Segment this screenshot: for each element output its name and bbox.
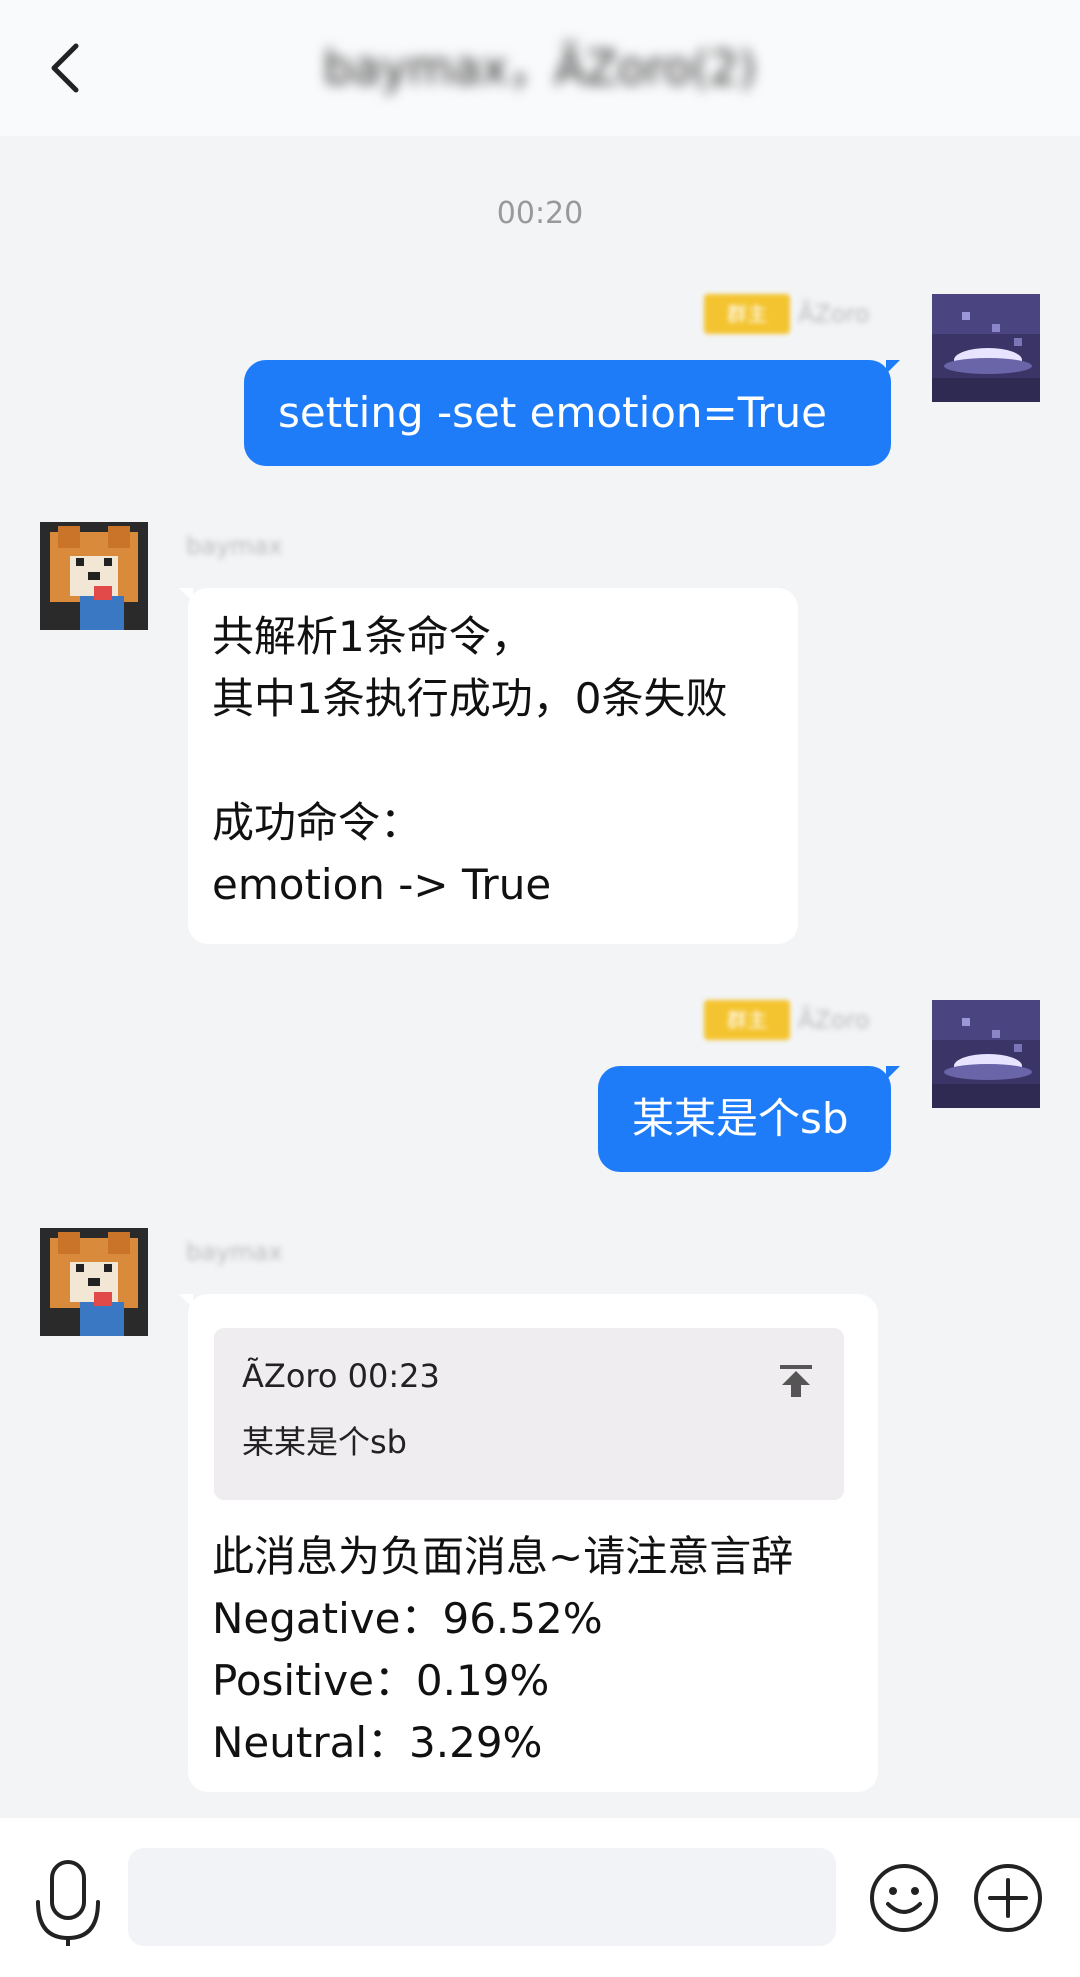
message-bubble-incoming[interactable]: ÃZoro 00:23 某某是个sb 此消息为负面消息~请注意言辞 Negati… <box>179 1294 878 1792</box>
message-line: 共解析1条命令， <box>212 612 533 661</box>
role-badge: 群主 <box>704 1000 790 1040</box>
message-line: Positive：0.19% <box>212 1656 550 1705</box>
plus-circle-icon[interactable] <box>972 1862 1044 1934</box>
smiley-icon[interactable] <box>868 1862 940 1934</box>
message-bubble-outgoing[interactable]: 某某是个sb <box>598 1066 900 1172</box>
space-avatar-icon <box>932 1000 1040 1108</box>
quote-text: 某某是个sb <box>242 1423 407 1461</box>
role-badge: 群主 <box>704 294 790 334</box>
sender-name: ÃZoro <box>798 300 870 328</box>
avatar[interactable] <box>932 1000 1040 1108</box>
sender-name: baymax <box>186 532 283 560</box>
message-line: 成功命令： <box>212 798 423 847</box>
dog-avatar-icon <box>40 522 148 630</box>
message-timestamp: 00:20 <box>496 196 584 231</box>
message-line: 其中1条执行成功，0条失败 <box>212 674 728 723</box>
sender-name: ÃZoro <box>798 1006 870 1034</box>
avatar[interactable] <box>40 1228 148 1336</box>
sender-name: baymax <box>186 1238 283 1266</box>
avatar[interactable] <box>40 522 148 630</box>
message-line: Neutral：3.29% <box>212 1718 543 1767</box>
dog-avatar-icon <box>40 1228 148 1336</box>
chat-header: baymax，ÃZoro(2) <box>0 0 1080 136</box>
message-line: 此消息为负面消息~请注意言辞 <box>212 1532 794 1581</box>
microphone-icon[interactable] <box>30 1858 106 1948</box>
message-line: emotion -> True <box>212 860 552 909</box>
avatar[interactable] <box>932 294 1040 402</box>
chat-title: baymax，ÃZoro(2) <box>323 41 757 95</box>
message-line: Negative：96.52% <box>212 1594 603 1643</box>
message-bubble-outgoing[interactable]: setting -set emotion=True <box>244 360 900 466</box>
message-line <box>212 730 774 792</box>
space-avatar-icon <box>932 294 1040 402</box>
message-bubble-incoming[interactable]: 共解析1条命令， 其中1条执行成功，0条失败 成功命令： emotion -> … <box>179 588 798 944</box>
quote-author-time: ÃZoro 00:23 <box>242 1357 440 1395</box>
message-input[interactable] <box>128 1848 836 1946</box>
quoted-message[interactable]: ÃZoro 00:23 某某是个sb <box>214 1328 844 1500</box>
chevron-left-icon[interactable] <box>36 36 100 100</box>
jump-to-top-icon[interactable] <box>776 1356 816 1397</box>
input-bar <box>0 1818 1080 1977</box>
